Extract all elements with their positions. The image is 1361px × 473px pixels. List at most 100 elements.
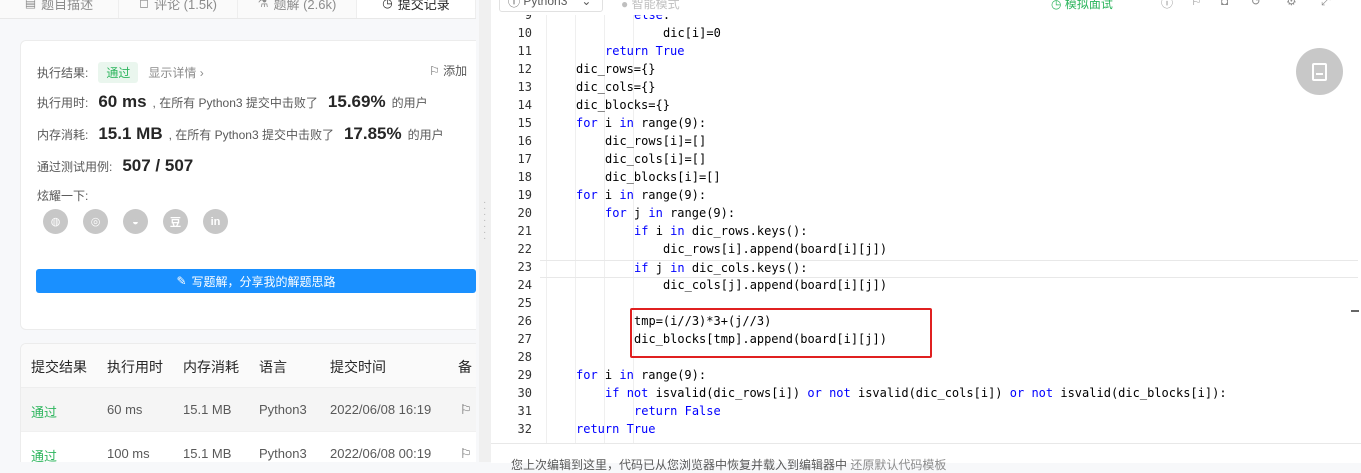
mock-interview-button[interactable]: ◷ 模拟面试 [1051,0,1113,12]
gear-icon[interactable]: ⚙ [1286,0,1297,8]
code-line[interactable]: for j in range(9): [540,206,735,224]
scrollbar-marker[interactable] [1351,310,1359,312]
tab-submissions[interactable]: ◷ 提交记录 [357,0,476,18]
drag-handle-icon: · · · · · · · [483,197,487,244]
line-number: 31 [517,404,532,418]
share-label: 炫耀一下: [37,189,89,203]
code-line[interactable]: dic_blocks={} [540,98,670,116]
tab-solutions[interactable]: ⚗ 题解 (2.6k) [238,0,357,18]
tab-description[interactable]: ▤ 题目描述 [0,0,119,18]
write-solution-label: 写题解，分享我的解题思路 [191,274,336,289]
reset-icon[interactable]: ↺ [1251,0,1261,8]
code-line[interactable] [540,350,547,368]
chevron-down-icon: ⌄ [581,0,592,8]
row-language: Python3 [259,446,307,461]
code-line[interactable]: dic_cols={} [540,80,655,98]
row-time: 2022/06/08 16:19 [330,402,432,417]
show-details-link[interactable]: 显示详情 › [148,64,203,81]
fullscreen-icon[interactable]: ⤢ [1321,0,1331,9]
code-line[interactable]: for i in range(9): [540,368,706,386]
runtime-suffix: 的用户 [391,96,428,110]
code-line[interactable]: return False [540,404,721,422]
share-icons: ◍ ◎ ◒ 豆 in [43,209,228,234]
tab-label: 题解 (2.6k) [273,0,337,12]
code-line[interactable]: dic_rows[i].append(board[i][j]) [540,242,887,260]
tab-label: 评论 (1.5k) [154,0,217,12]
header-memory: 内存消耗 [183,359,239,375]
douban-icon[interactable]: 豆 [163,209,188,234]
row-result[interactable]: 通过 [31,402,57,421]
code-line[interactable]: else: [540,15,670,26]
notes-floating-button[interactable] [1296,48,1343,95]
line-number: 24 [517,278,532,292]
line-number: 20 [517,206,532,220]
row-time: 2022/06/08 00:19 [330,446,432,461]
language-value: Python3 [523,0,568,8]
row-runtime: 60 ms [107,402,143,417]
share-row: 炫耀一下: [37,187,88,204]
editor-toolbar: ⓘ Python3 ⌄ ● 智能模式 ◷ 模拟面试 ⓘ ⚐ ◘ ↺ ⚙ ⤢ [491,0,1361,16]
code-line[interactable]: dic_rows={} [540,62,655,80]
write-solution-button[interactable]: ✎ 写题解，分享我的解题思路 [36,269,476,293]
flask-icon: ⚗ [257,0,269,10]
panel-splitter[interactable]: · · · · · · · [479,0,491,462]
info-icon[interactable]: ⓘ [1161,0,1173,11]
clock-icon: ◷ [382,0,393,10]
runtime-value: 60 ms [98,92,147,111]
code-line[interactable]: dic_blocks[i]=[] [540,170,721,188]
qq-icon[interactable]: ◒ [123,209,148,234]
table-row[interactable]: 通过 60 ms 15.1 MB Python3 2022/06/08 16:1… [21,388,476,432]
linkedin-icon[interactable]: in [203,209,228,234]
code-line[interactable]: dic_cols[j].append(board[i][j]) [540,278,887,296]
runtime-label: 执行用时: [37,96,89,110]
runtime-row: 执行用时: 60 ms , 在所有 Python3 提交中击败了 15.69% … [37,92,428,112]
tests-label: 通过测试用例: [37,160,113,174]
status-row: 执行结果: 通过 显示详情 › [37,62,204,83]
code-line[interactable]: if i in dic_rows.keys(): [540,224,807,242]
tests-value: 507 / 507 [122,156,194,175]
code-line[interactable]: dic[i]=0 [540,26,721,44]
flag-icon[interactable]: ⚐ [460,402,472,418]
tab-comments[interactable]: ◻ 评论 (1.5k) [119,0,238,18]
wechat-icon[interactable]: ◍ [43,209,68,234]
memory-desc: , 在所有 Python3 提交中击败了 [168,128,334,142]
line-number: 22 [517,242,532,256]
description-icon: ▤ [24,0,37,10]
line-number: 10 [517,26,532,40]
table-row[interactable]: 通过 100 ms 15.1 MB Python3 2022/06/08 00:… [21,432,476,462]
line-number: 29 [517,368,532,382]
row-result[interactable]: 通过 [31,446,57,462]
language-select[interactable]: ⓘ Python3 ⌄ [499,0,603,12]
smart-mode-toggle[interactable]: ● 智能模式 [621,0,680,12]
code-line[interactable]: dic_rows[i]=[] [540,134,706,152]
line-number: 11 [517,44,532,58]
code-line[interactable]: for i in range(9): [540,188,706,206]
row-memory: 15.1 MB [183,402,232,417]
code-editor[interactable]: 9 10 11 12 13 14 15 16 17 18 19 20 21 22 23 24 25 26 27 28 2… [491,15,1361,443]
code-line[interactable]: return True [540,44,685,62]
add-note-button[interactable]: ⚐ 添加 [429,62,467,79]
info-icon: ⓘ [508,0,524,9]
line-number: 23 [517,260,532,274]
line-number: 30 [517,386,532,400]
row-runtime: 100 ms [107,446,150,461]
code-line[interactable]: if not isvalid(dic_rows[i]) or not isval… [540,386,1227,404]
flag-icon[interactable]: ⚐ [460,446,472,462]
line-number: 21 [517,224,532,238]
restore-notice-text: 您上次编辑到这里，代码已从您浏览器中恢复并载入到编辑器中 [511,458,848,472]
weibo-icon[interactable]: ◎ [83,209,108,234]
code-line[interactable]: if j in dic_cols.keys(): [540,260,1358,278]
flag-icon[interactable]: ⚐ [1191,0,1202,8]
restore-default-link[interactable]: 还原默认代码模板 [850,458,946,472]
memory-label: 内存消耗: [37,128,89,142]
book-icon [1312,62,1327,81]
code-line[interactable]: return True [540,422,656,440]
row-memory: 15.1 MB [183,446,232,461]
code-line[interactable]: for i in range(9): [540,116,706,134]
code-line[interactable] [540,296,547,314]
restore-notice: 您上次编辑到这里，代码已从您浏览器中恢复并载入到编辑器中 还原默认代码模板 [511,456,946,473]
lock-icon[interactable]: ◘ [1221,0,1228,8]
code-area[interactable]: else: dic[i]=0 return True dic_rows={} dic_c… [540,15,1360,443]
highlight-annotation-box [630,308,932,358]
code-line[interactable]: dic_cols[i]=[] [540,152,706,170]
